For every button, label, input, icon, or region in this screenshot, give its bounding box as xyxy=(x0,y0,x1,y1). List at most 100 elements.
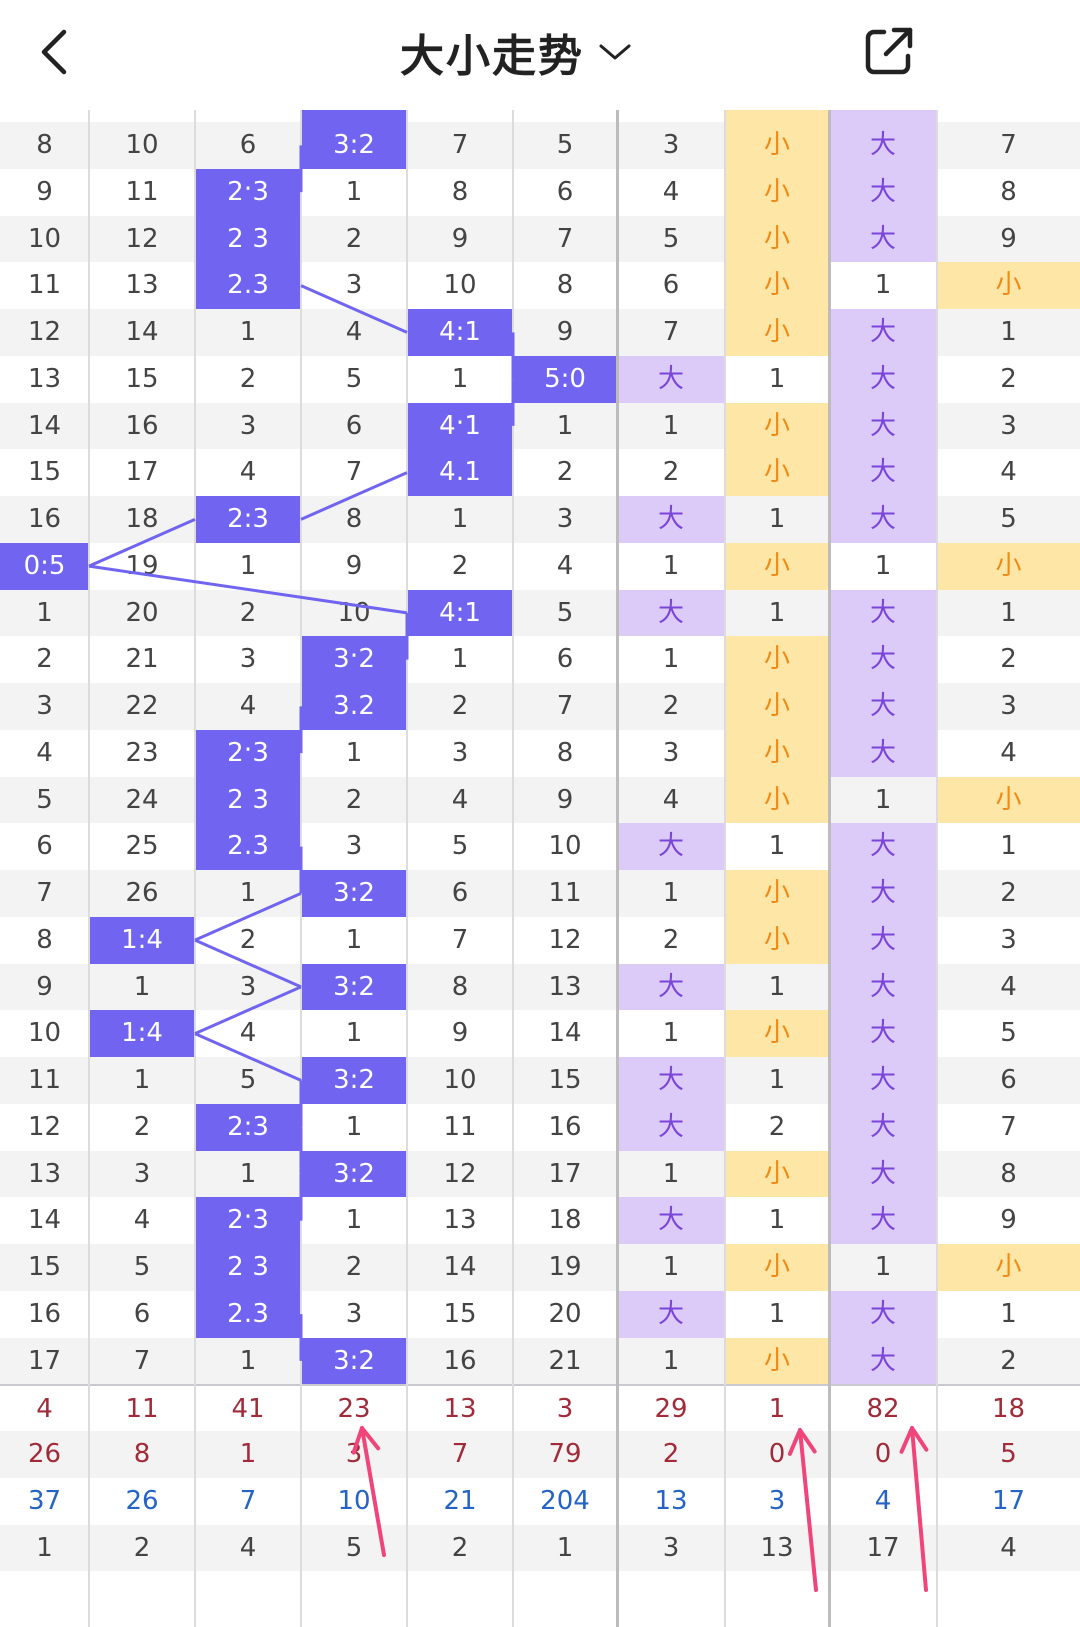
big-cell: 大 xyxy=(617,496,725,543)
small-cell: 小 xyxy=(725,729,829,777)
table-row: 16 18 2:3 8 1 3 大 1 大 5 xyxy=(0,496,1080,543)
value-cell: 7 xyxy=(239,1485,257,1516)
value-cell: 8 xyxy=(451,971,469,1002)
value-cell: 1 xyxy=(874,270,892,301)
value-cell: 2 xyxy=(133,1532,151,1563)
table-row: 13 15 2 5 1 5:0 大 1 大 2 xyxy=(0,355,1080,403)
small-cell: 小 xyxy=(725,1150,829,1198)
table-row: 13 3 1 3:2 12 17 1 小大 8 xyxy=(0,1150,1080,1198)
big-cell: 大 xyxy=(829,1057,937,1104)
value-cell: 1 xyxy=(451,504,469,534)
value-cell: 4 xyxy=(239,457,257,488)
value-cell: 2 xyxy=(662,1439,680,1469)
partial-row-cell xyxy=(829,110,937,122)
small-cell: 小 xyxy=(937,1244,1080,1291)
value-cell: 1 xyxy=(768,971,786,1002)
ratio-cell: 5:0 xyxy=(513,355,617,403)
value-cell: 12 xyxy=(548,924,582,955)
value-cell: 1 xyxy=(768,363,786,394)
value-cell: 4 xyxy=(874,1485,892,1516)
value-cell: 2 xyxy=(239,924,257,955)
big-cell: 大 xyxy=(829,1337,937,1385)
share-button[interactable] xyxy=(862,24,916,78)
big-cell: 大 xyxy=(829,1197,937,1244)
value-cell: 1 xyxy=(345,176,363,207)
value-cell: 1 xyxy=(36,597,53,628)
table-row: 8 10 6 3:2 7 5 3 小大 7 xyxy=(0,122,1080,169)
value-cell: 1 xyxy=(345,1111,363,1142)
value-cell: 25 xyxy=(125,831,159,862)
value-cell: 15 xyxy=(443,1298,477,1329)
value-cell: 8 xyxy=(556,270,574,301)
value-cell: 16 xyxy=(27,504,62,534)
value-cell: 21 xyxy=(125,644,159,675)
value-cell: 18 xyxy=(548,1205,582,1236)
ratio-cell: 2:3 xyxy=(195,1244,301,1291)
value-cell: 2 xyxy=(345,1252,363,1282)
value-cell: 23 xyxy=(337,1394,371,1425)
value-cell: 4 xyxy=(1000,737,1017,768)
back-button[interactable] xyxy=(32,26,80,78)
value-cell: 11 xyxy=(27,270,62,301)
big-cell: 大 xyxy=(829,1010,937,1057)
big-cell: 大 xyxy=(829,122,937,169)
table-row: 10 12 2:3 2 9 7 5 小大 9 xyxy=(0,215,1080,263)
value-cell: 13 xyxy=(27,1158,62,1189)
value-cell: 1 xyxy=(768,1065,786,1095)
ratio-cell: 3:2 xyxy=(301,1337,407,1385)
big-cell: 大 xyxy=(829,449,937,496)
value-cell: 10 xyxy=(337,597,371,628)
value-cell: 4 xyxy=(36,737,53,768)
value-cell: 2 xyxy=(768,1111,786,1142)
big-cell: 大 xyxy=(829,870,937,917)
value-cell: 17 xyxy=(125,457,159,488)
value-cell: 1 xyxy=(239,1158,257,1189)
value-cell: 3 xyxy=(1000,691,1017,721)
value-cell: 4 xyxy=(662,176,680,207)
value-cell: 10 xyxy=(27,223,62,254)
column-divider xyxy=(828,110,831,1627)
big-cell: 大 xyxy=(829,1290,937,1338)
value-cell: 1 xyxy=(662,550,680,581)
value-cell: 15 xyxy=(27,457,62,488)
value-cell: 1 xyxy=(662,1252,680,1282)
small-cell: 小 xyxy=(725,542,829,590)
value-cell: 22 xyxy=(125,691,159,721)
value-cell: 1 xyxy=(768,504,786,534)
value-cell: 1 xyxy=(556,410,574,441)
ratio-cell: 3:2 xyxy=(301,963,407,1011)
value-cell: 14 xyxy=(443,1252,477,1282)
value-cell: 14 xyxy=(27,1205,62,1236)
value-cell: 7 xyxy=(1000,130,1017,160)
table-row: 11 13 2:3 3 10 8 6 小 1 小 xyxy=(0,262,1080,309)
value-cell: 1 xyxy=(345,924,363,955)
big-cell: 大 xyxy=(829,168,937,216)
chart-type-dropdown[interactable]: 大小走势 xyxy=(400,22,632,82)
value-cell: 16 xyxy=(27,1298,62,1329)
value-cell: 9 xyxy=(36,176,53,207)
table-row: 12 14 1 4 4:1 9 7 小大 1 xyxy=(0,309,1080,356)
value-cell: 1 xyxy=(345,737,363,768)
value-cell: 82 xyxy=(866,1394,900,1425)
value-cell: 26 xyxy=(27,1439,62,1469)
column-divider xyxy=(936,110,938,1627)
value-cell: 14 xyxy=(27,410,62,441)
value-cell: 23 xyxy=(125,737,159,768)
ratio-cell: 2:3 xyxy=(195,215,301,263)
value-cell: 8 xyxy=(451,176,469,207)
value-cell: 20 xyxy=(125,597,159,628)
value-cell: 2 xyxy=(239,363,257,394)
small-cell: 小 xyxy=(725,449,829,496)
big-cell: 大 xyxy=(617,355,725,403)
value-cell: 3 xyxy=(36,691,53,721)
small-cell: 小 xyxy=(725,402,829,450)
column-divider xyxy=(194,110,196,1627)
value-cell: 37 xyxy=(27,1485,62,1516)
value-cell: 2 xyxy=(662,924,680,955)
value-cell: 8 xyxy=(556,737,574,768)
value-cell: 3 xyxy=(1000,924,1017,955)
value-cell: 1 xyxy=(662,644,680,675)
table-row: 7 26 1 3:2 6 11 1 小大 2 xyxy=(0,870,1080,917)
big-cell: 大 xyxy=(829,823,937,870)
page-title: 大小走势 xyxy=(400,31,584,82)
